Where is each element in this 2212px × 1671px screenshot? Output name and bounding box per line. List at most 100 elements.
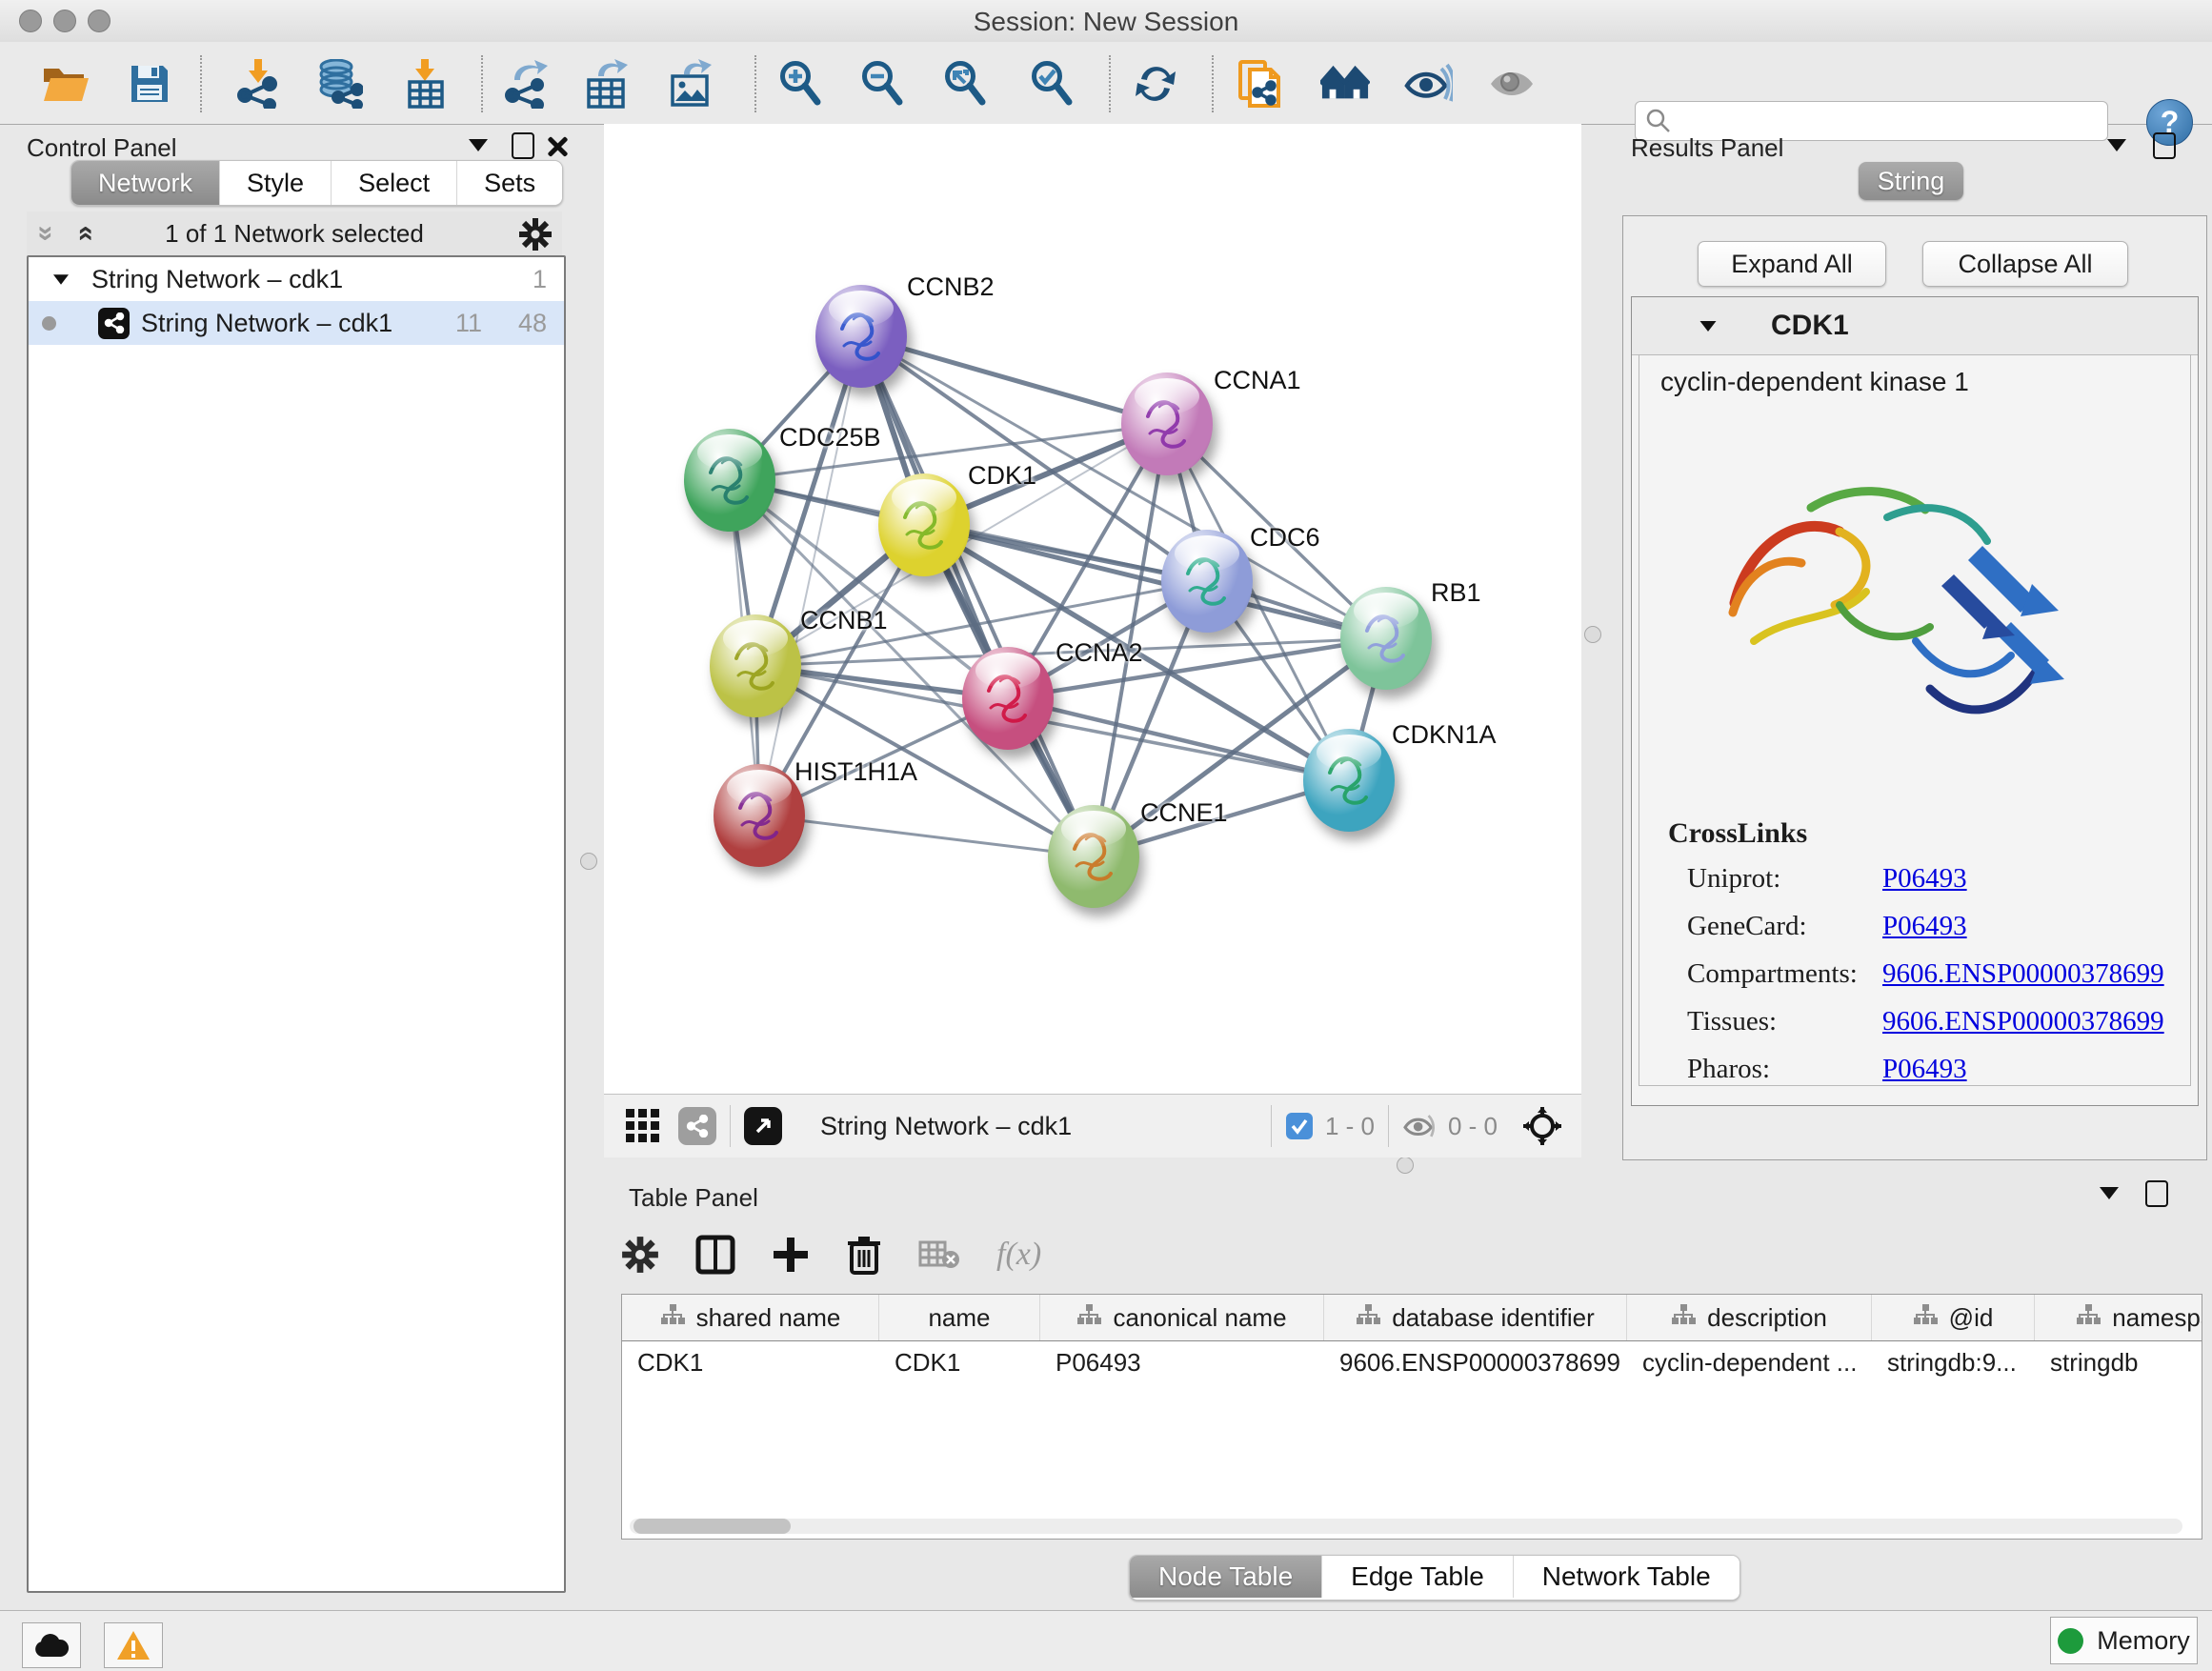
- delete-table-icon[interactable]: [918, 1238, 960, 1271]
- network-canvas[interactable]: CCNB2CCNA1CDC25BCDK1CDC6RB1CCNB1CCNA2CDK…: [604, 124, 1581, 1094]
- show-columns-icon[interactable]: [695, 1235, 735, 1275]
- network-options-gear-icon[interactable]: [518, 217, 553, 252]
- crosslink-link[interactable]: P06493: [1882, 1054, 2164, 1085]
- column-header-shared-name[interactable]: shared name: [622, 1295, 879, 1340]
- tab-select[interactable]: Select: [331, 161, 456, 205]
- table-cell[interactable]: P06493: [1040, 1348, 1324, 1378]
- node-CCNB1[interactable]: [710, 614, 801, 717]
- node-CCNA2[interactable]: [962, 647, 1054, 750]
- function-builder-icon[interactable]: f(x): [996, 1237, 1041, 1273]
- node-RB1[interactable]: [1340, 587, 1432, 690]
- table-cell[interactable]: cyclin-dependent ...: [1627, 1348, 1872, 1378]
- crosslink-link[interactable]: 9606.ENSP00000378699: [1882, 958, 2164, 990]
- zoom-out-icon[interactable]: [857, 59, 907, 109]
- results-panel-menu-icon[interactable]: [2107, 139, 2126, 151]
- table-cell[interactable]: stringdb:9...: [1872, 1348, 2035, 1378]
- table-horizontal-scrollbar[interactable]: [630, 1519, 2182, 1534]
- network-collection-row[interactable]: String Network – cdk1 1: [29, 257, 564, 301]
- node-CCNA1[interactable]: [1121, 372, 1213, 475]
- node-CDKN1A[interactable]: [1303, 729, 1395, 832]
- table-cell[interactable]: stringdb: [2035, 1348, 2202, 1378]
- search-input[interactable]: [1672, 107, 2076, 135]
- gene-collapse-icon[interactable]: [1700, 320, 1717, 331]
- tab-network-table[interactable]: Network Table: [1513, 1556, 1739, 1598]
- node-CCNB2[interactable]: [815, 285, 907, 388]
- table-cell[interactable]: CDK1: [879, 1348, 1040, 1378]
- tab-sets[interactable]: Sets: [456, 161, 562, 205]
- export-image-icon[interactable]: [666, 59, 715, 109]
- table-panel-tabs: Node TableEdge TableNetwork Table: [1129, 1555, 1740, 1601]
- table-cell[interactable]: 9606.ENSP00000378699: [1324, 1348, 1627, 1378]
- cloud-icon: [33, 1632, 70, 1659]
- table-row[interactable]: CDK1CDK1P064939606.ENSP00000378699cyclin…: [622, 1341, 2202, 1383]
- save-session-icon[interactable]: [125, 59, 174, 109]
- bottom-splitter-handle[interactable]: [1397, 1157, 1414, 1174]
- node-CCNE1[interactable]: [1048, 805, 1139, 908]
- tab-string[interactable]: String: [1859, 162, 1963, 200]
- network-view-title: String Network – cdk1: [820, 1112, 1072, 1141]
- gene-section-header[interactable]: CDK1: [1632, 297, 2198, 355]
- selected-checkbox-icon[interactable]: [1285, 1112, 1314, 1140]
- tab-style[interactable]: Style: [219, 161, 331, 205]
- crosslink-link[interactable]: P06493: [1882, 911, 2164, 942]
- birds-eye-view-icon[interactable]: [744, 1107, 782, 1145]
- column-header-canonical-name[interactable]: canonical name: [1040, 1295, 1324, 1340]
- export-table-icon[interactable]: [582, 59, 632, 109]
- pan-crosshair-icon[interactable]: [1522, 1106, 1562, 1146]
- network-badge-icon[interactable]: [678, 1107, 716, 1145]
- collection-expand-icon[interactable]: [53, 274, 69, 284]
- first-neighbors-icon[interactable]: [1320, 59, 1370, 109]
- node-HIST1H1A[interactable]: [714, 764, 805, 867]
- table-panel-menu-icon[interactable]: [2100, 1187, 2119, 1199]
- import-network-icon[interactable]: [233, 59, 283, 109]
- delete-trash-icon[interactable]: [846, 1235, 882, 1275]
- network-row[interactable]: String Network – cdk1 11 48: [29, 301, 564, 345]
- node-label-CCNA2: CCNA2: [1056, 638, 1143, 668]
- column-header-description[interactable]: description: [1627, 1295, 1872, 1340]
- memory-button[interactable]: Memory: [2050, 1617, 2198, 1664]
- crosslink-link[interactable]: P06493: [1882, 863, 2164, 895]
- export-network-icon[interactable]: [500, 59, 550, 109]
- scrollbar-thumb[interactable]: [633, 1519, 791, 1534]
- node-table[interactable]: shared namenamecanonical namedatabase id…: [621, 1294, 2202, 1540]
- tab-node-table[interactable]: Node Table: [1130, 1556, 1321, 1598]
- network-from-selection-icon[interactable]: [1236, 59, 1285, 109]
- show-all-icon[interactable]: [1487, 59, 1537, 109]
- control-panel-close-icon[interactable]: [546, 135, 567, 156]
- results-panel-float-icon[interactable]: [2153, 132, 2176, 159]
- crosslink-row: Tissues:9606.ENSP00000378699: [1687, 1006, 2164, 1037]
- control-panel-menu-icon[interactable]: [469, 139, 488, 151]
- tab-edge-table[interactable]: Edge Table: [1321, 1556, 1513, 1598]
- node-CDK1[interactable]: [878, 473, 970, 576]
- control-panel-float-icon[interactable]: [512, 132, 534, 159]
- column-header-name[interactable]: name: [879, 1295, 1040, 1340]
- open-session-icon[interactable]: [40, 59, 90, 109]
- import-network-database-icon[interactable]: [314, 59, 364, 109]
- viewbar-separator: [1271, 1105, 1272, 1147]
- node-CDC25B[interactable]: [684, 429, 775, 532]
- zoom-selected-icon[interactable]: [1027, 59, 1076, 109]
- table-cell[interactable]: CDK1: [622, 1348, 879, 1378]
- collapse-all-button[interactable]: Collapse All: [1922, 241, 2128, 287]
- control-panel-tabs: NetworkStyleSelectSets: [70, 160, 563, 206]
- cloud-status-button[interactable]: [22, 1622, 81, 1668]
- zoom-fit-icon[interactable]: [940, 59, 990, 109]
- table-settings-gear-icon[interactable]: [621, 1236, 659, 1274]
- node-CDC6[interactable]: [1161, 530, 1253, 633]
- zoom-in-icon[interactable]: [775, 59, 825, 109]
- table-panel-float-icon[interactable]: [2145, 1180, 2168, 1207]
- hide-selection-icon[interactable]: [1403, 59, 1453, 109]
- grid-mode-icon[interactable]: [625, 1108, 661, 1144]
- tab-network[interactable]: Network: [71, 161, 219, 205]
- apply-layout-icon[interactable]: [1131, 59, 1180, 109]
- expand-all-button[interactable]: Expand All: [1698, 241, 1886, 287]
- right-splitter-handle[interactable]: [1584, 626, 1601, 643]
- column-header-namespace[interactable]: namespace: [2035, 1295, 2202, 1340]
- warning-status-button[interactable]: [104, 1622, 163, 1668]
- add-column-icon[interactable]: [772, 1236, 810, 1274]
- crosslink-link[interactable]: 9606.ENSP00000378699: [1882, 1006, 2164, 1037]
- import-table-icon[interactable]: [400, 59, 450, 109]
- left-splitter-handle[interactable]: [580, 853, 597, 870]
- column-header-database-identifier[interactable]: database identifier: [1324, 1295, 1627, 1340]
- column-header-@id[interactable]: @id: [1872, 1295, 2035, 1340]
